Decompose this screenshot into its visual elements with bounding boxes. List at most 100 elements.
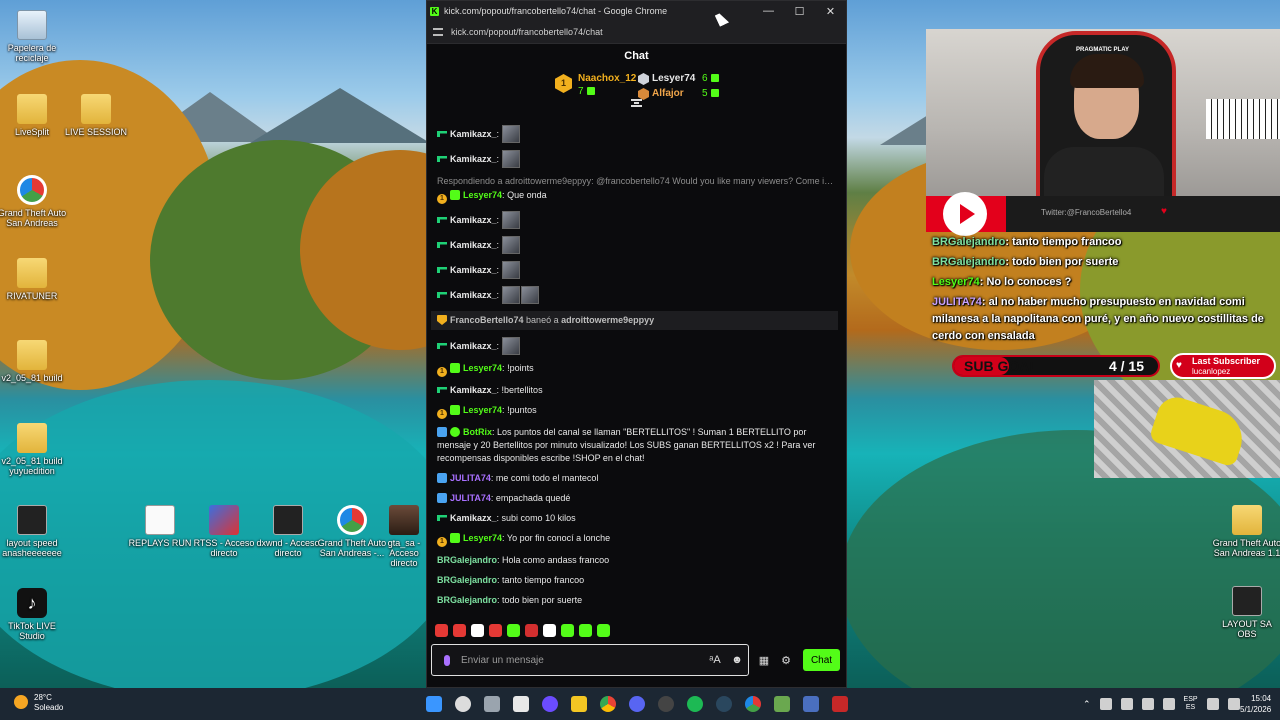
app-icon[interactable] <box>774 696 790 712</box>
task-view-icon[interactable] <box>484 696 500 712</box>
emote-shortcut-icon[interactable] <box>597 624 610 637</box>
volume-icon[interactable] <box>1227 698 1240 710</box>
chat-username[interactable]: Kamikazx_ <box>450 129 497 139</box>
chat-username[interactable]: Kamikazx_ <box>450 240 497 250</box>
windows-start-icon[interactable] <box>426 696 442 712</box>
chat-username[interactable]: BRGalejandro <box>437 575 497 585</box>
emote-image[interactable] <box>501 211 520 229</box>
steam-icon[interactable] <box>716 696 732 712</box>
desktop-icon-gta-sa-exe[interactable]: gta_sa - Acceso directo <box>381 505 427 568</box>
desktop-icon-build-yuyu[interactable]: v2_05_81 build yuyuedition <box>0 423 67 476</box>
spotify-icon[interactable] <box>687 696 703 712</box>
chevron-up-icon[interactable]: ⌃ <box>1083 699 1091 710</box>
leader-2-name[interactable]: Lesyer74 <box>652 73 695 84</box>
desktop-icon-replays-run[interactable]: REPLAYS RUN <box>125 505 195 548</box>
title-bar[interactable]: K kick.com/popout/francobertello74/chat … <box>427 1 846 21</box>
clock[interactable]: 15:04 5/1/2026 <box>1240 693 1271 715</box>
settings-gear-icon[interactable]: ⚙ <box>775 654 797 667</box>
language-indicator[interactable]: ESP ES <box>1184 696 1198 712</box>
cloud-icon[interactable] <box>1141 698 1154 710</box>
chat-username[interactable]: BRGalejandro <box>437 555 497 565</box>
network-icon[interactable] <box>1206 698 1219 710</box>
desktop-icon-live-session[interactable]: LIVE SESSION <box>61 94 131 137</box>
search-icon[interactable] <box>455 696 471 712</box>
emote-image[interactable] <box>501 261 520 279</box>
emote-image[interactable] <box>501 150 520 168</box>
send-chat-button[interactable]: Chat <box>803 649 840 671</box>
emote-shortcut-icon[interactable] <box>453 624 466 637</box>
store-icon[interactable] <box>513 696 529 712</box>
weather-widget[interactable]: 28°C Soleado <box>14 693 63 713</box>
desktop-icon-recycle-bin[interactable]: Papelera de reciclaje <box>0 10 67 63</box>
emote-shortcut-icon[interactable] <box>543 624 556 637</box>
desktop-icon-tiktok-live[interactable]: ♪ TikTok LIVE Studio <box>0 588 67 641</box>
emote-image[interactable] <box>501 125 520 143</box>
emote-shortcut-icon[interactable] <box>435 624 448 637</box>
chat-username[interactable]: JULITA74 <box>450 493 491 503</box>
desktop-icon-layout-speed[interactable]: layout speed anasheeeeeee <box>0 505 67 558</box>
tray-app-icon[interactable] <box>1099 698 1112 710</box>
emote-shortcut-icon[interactable] <box>525 624 538 637</box>
emote-image[interactable] <box>501 337 520 355</box>
chat-username[interactable]: BotRix <box>463 427 492 437</box>
desktop-icon-rivatuner[interactable]: RIVATUNER <box>0 258 67 301</box>
emote-image[interactable] <box>520 286 539 304</box>
tray-app-icon[interactable] <box>1120 698 1133 710</box>
emote-shortcut-icon[interactable] <box>561 624 574 637</box>
maximize-button[interactable]: ☐ <box>784 5 815 18</box>
chat-username[interactable]: Kamikazx_ <box>450 290 497 300</box>
desktop-icon-build[interactable]: v2_05_81 build <box>0 340 67 383</box>
emote-image[interactable] <box>501 236 520 254</box>
chat-username[interactable]: Kamikazx_ <box>450 154 497 164</box>
address-bar[interactable]: kick.com/popout/francobertello74/chat <box>427 21 846 44</box>
close-button[interactable]: ✕ <box>815 5 846 18</box>
chat-username[interactable]: Kamikazx_ <box>450 215 497 225</box>
store-icon[interactable]: ▦ <box>753 654 775 667</box>
obs-icon[interactable] <box>542 696 558 712</box>
app-icon[interactable] <box>803 696 819 712</box>
desktop-icon-livesplit[interactable]: LiveSplit <box>0 94 67 137</box>
leader-1-name[interactable]: Naachox_12 <box>578 73 636 84</box>
desktop-icon-gta-sa-11[interactable]: Grand Theft Auto San Andreas 1.1 <box>1212 505 1280 558</box>
app-icon <box>1232 586 1262 616</box>
chat-username[interactable]: Lesyer74 <box>463 533 502 543</box>
file-explorer-icon[interactable] <box>571 696 587 712</box>
desktop-icon-dxwnd[interactable]: dxwnd - Acceso directo <box>253 505 323 558</box>
gta-icon[interactable] <box>745 696 761 712</box>
chat-username[interactable]: JULITA74 <box>450 473 491 483</box>
site-info-icon[interactable] <box>433 28 443 36</box>
chat-input-box[interactable]: ᵃA ☻ <box>431 644 749 676</box>
mic-icon[interactable] <box>444 654 450 666</box>
url-text[interactable]: kick.com/popout/francobertello74/chat <box>451 27 603 37</box>
emote-shortcut-icon[interactable] <box>507 624 520 637</box>
emote-image[interactable] <box>501 286 520 304</box>
app-icon[interactable] <box>832 696 848 712</box>
chat-input[interactable] <box>461 654 704 666</box>
leader-3-name[interactable]: Alfajor <box>652 88 684 99</box>
livesplit-icon[interactable] <box>658 696 674 712</box>
chat-username[interactable]: Kamikazx_ <box>450 513 497 523</box>
chat-username[interactable]: Kamikazx_ <box>450 265 497 275</box>
desktop-icon-gta-sa[interactable]: Grand Theft Auto San Andreas <box>0 175 67 228</box>
translate-icon[interactable]: ᵃA <box>704 654 726 666</box>
chat-filter-icon[interactable] <box>631 99 642 107</box>
minimize-button[interactable]: — <box>753 5 784 17</box>
chat-username[interactable]: BRGalejandro <box>437 595 497 605</box>
desktop-icon-gta-sa-shortcut[interactable]: Grand Theft Auto San Andreas -... <box>317 505 387 558</box>
chat-username[interactable]: Kamikazx_ <box>450 385 497 395</box>
mic-tray-icon[interactable] <box>1162 698 1175 710</box>
chrome-icon[interactable] <box>600 696 616 712</box>
emoji-icon[interactable]: ☻ <box>726 654 748 666</box>
discord-icon[interactable] <box>629 696 645 712</box>
emote-shortcut-icon[interactable] <box>471 624 484 637</box>
system-target[interactable]: adroittowerme9eppyy <box>561 315 654 325</box>
emote-shortcut-icon[interactable] <box>579 624 592 637</box>
chat-username[interactable]: Kamikazx_ <box>450 341 497 351</box>
emote-shortcut-icon[interactable] <box>489 624 502 637</box>
chat-username[interactable]: Lesyer74 <box>463 405 502 415</box>
system-user[interactable]: FrancoBertello74 <box>450 315 524 325</box>
desktop-icon-rtss[interactable]: RTSS - Acceso directo <box>189 505 259 558</box>
chat-username[interactable]: Lesyer74 <box>463 190 502 200</box>
chat-username[interactable]: Lesyer74 <box>463 363 502 373</box>
desktop-icon-layout-sa-obs[interactable]: LAYOUT SA OBS <box>1212 586 1280 639</box>
